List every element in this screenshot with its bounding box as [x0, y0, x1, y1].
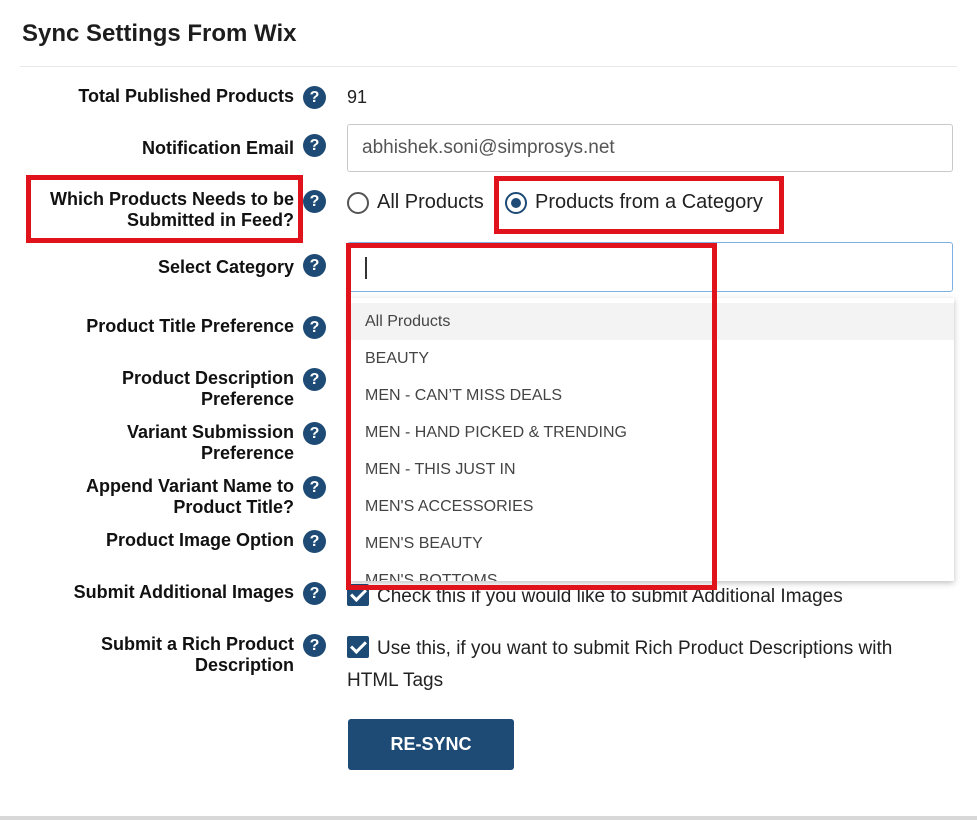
select-category-label: Select Category [157, 257, 294, 277]
rich-description-label-line1: Submit a Rich Product [100, 634, 294, 654]
rich-description-checkbox-text-line1: Use this, if you want to submit Rich Pro… [377, 638, 893, 659]
help-icon[interactable]: ? [303, 134, 326, 157]
dropdown-option[interactable]: All Products [350, 303, 954, 340]
variant-preference-label-line1: Variant Submission [126, 422, 294, 442]
checkbox-checked[interactable] [347, 635, 369, 658]
help-icon[interactable]: ? [303, 582, 326, 605]
help-icon[interactable]: ? [303, 634, 326, 657]
checkbox-checked[interactable] [347, 583, 369, 606]
rich-description-checkbox-row[interactable]: Use this, if you want to submit Rich Pro… [347, 633, 947, 697]
variant-preference-label-line2: Preference [200, 443, 294, 463]
help-icon[interactable]: ? [303, 316, 326, 339]
resync-button[interactable]: RE-SYNC [348, 719, 514, 770]
select-category-search-input[interactable] [347, 242, 953, 292]
additional-images-label: Submit Additional Images [73, 582, 294, 602]
help-icon[interactable]: ? [303, 254, 326, 277]
dropdown-option[interactable]: MEN'S BOTTOMS [350, 562, 954, 581]
description-preference-label: Product Description Preference [30, 368, 294, 410]
dropdown-option[interactable]: MEN - CAN’T MISS DEALS [350, 377, 954, 414]
description-preference-label-line1: Product Description [121, 368, 294, 388]
which-products-label-line1: Which Products Needs to be [49, 189, 294, 209]
rich-description-label: Submit a Rich Product Description [30, 634, 294, 676]
radio-circle-checked[interactable] [505, 191, 527, 214]
help-icon[interactable]: ? [303, 368, 326, 391]
append-variant-label-line1: Append Variant Name to [85, 476, 294, 496]
variant-preference-label: Variant Submission Preference [30, 422, 294, 464]
dropdown-option[interactable]: MEN'S ACCESSORIES [350, 488, 954, 525]
radio-label: Products from a Category [535, 191, 763, 213]
notification-email-label: Notification Email [141, 138, 294, 158]
help-icon[interactable]: ? [303, 190, 326, 213]
radio-label: All Products [377, 191, 484, 213]
additional-images-checkbox-text: Check this if you would like to submit A… [377, 586, 843, 607]
help-icon[interactable]: ? [303, 476, 326, 499]
additional-images-checkbox-row[interactable]: Check this if you would like to submit A… [347, 581, 843, 613]
help-icon[interactable]: ? [303, 86, 326, 109]
title-divider [20, 66, 957, 67]
radio-all-products[interactable]: All Products [347, 191, 484, 214]
dropdown-option[interactable]: BEAUTY [350, 340, 954, 377]
image-option-label: Product Image Option [105, 530, 294, 550]
text-caret [365, 257, 367, 279]
dropdown-option[interactable]: MEN - HAND PICKED & TRENDING [350, 414, 954, 451]
which-products-label-line2: Submitted in Feed? [126, 210, 294, 230]
which-products-label: Which Products Needs to be Submitted in … [30, 189, 294, 231]
append-variant-label-line2: Product Title? [173, 497, 294, 517]
rich-description-label-line2: Description [194, 655, 294, 675]
dropdown-option[interactable]: MEN - THIS JUST IN [350, 451, 954, 488]
append-variant-label: Append Variant Name to Product Title? [30, 476, 294, 518]
notification-email-input[interactable] [347, 124, 953, 172]
radio-circle[interactable] [347, 191, 369, 214]
radio-products-from-category[interactable]: Products from a Category [505, 191, 763, 214]
total-published-label: Total Published Products [78, 86, 294, 106]
rich-description-checkbox-text-line2: HTML Tags [347, 670, 444, 691]
help-icon[interactable]: ? [303, 422, 326, 445]
total-published-value: 91 [347, 87, 368, 107]
help-icon[interactable]: ? [303, 530, 326, 553]
description-preference-label-line2: Preference [200, 389, 294, 409]
category-dropdown[interactable]: All Products BEAUTY MEN - CAN’T MISS DEA… [350, 298, 954, 581]
bottom-border [0, 816, 977, 820]
dropdown-option[interactable]: MEN'S BEAUTY [350, 525, 954, 562]
title-preference-label: Product Title Preference [86, 316, 294, 336]
panel-title: Sync Settings From Wix [22, 20, 297, 47]
